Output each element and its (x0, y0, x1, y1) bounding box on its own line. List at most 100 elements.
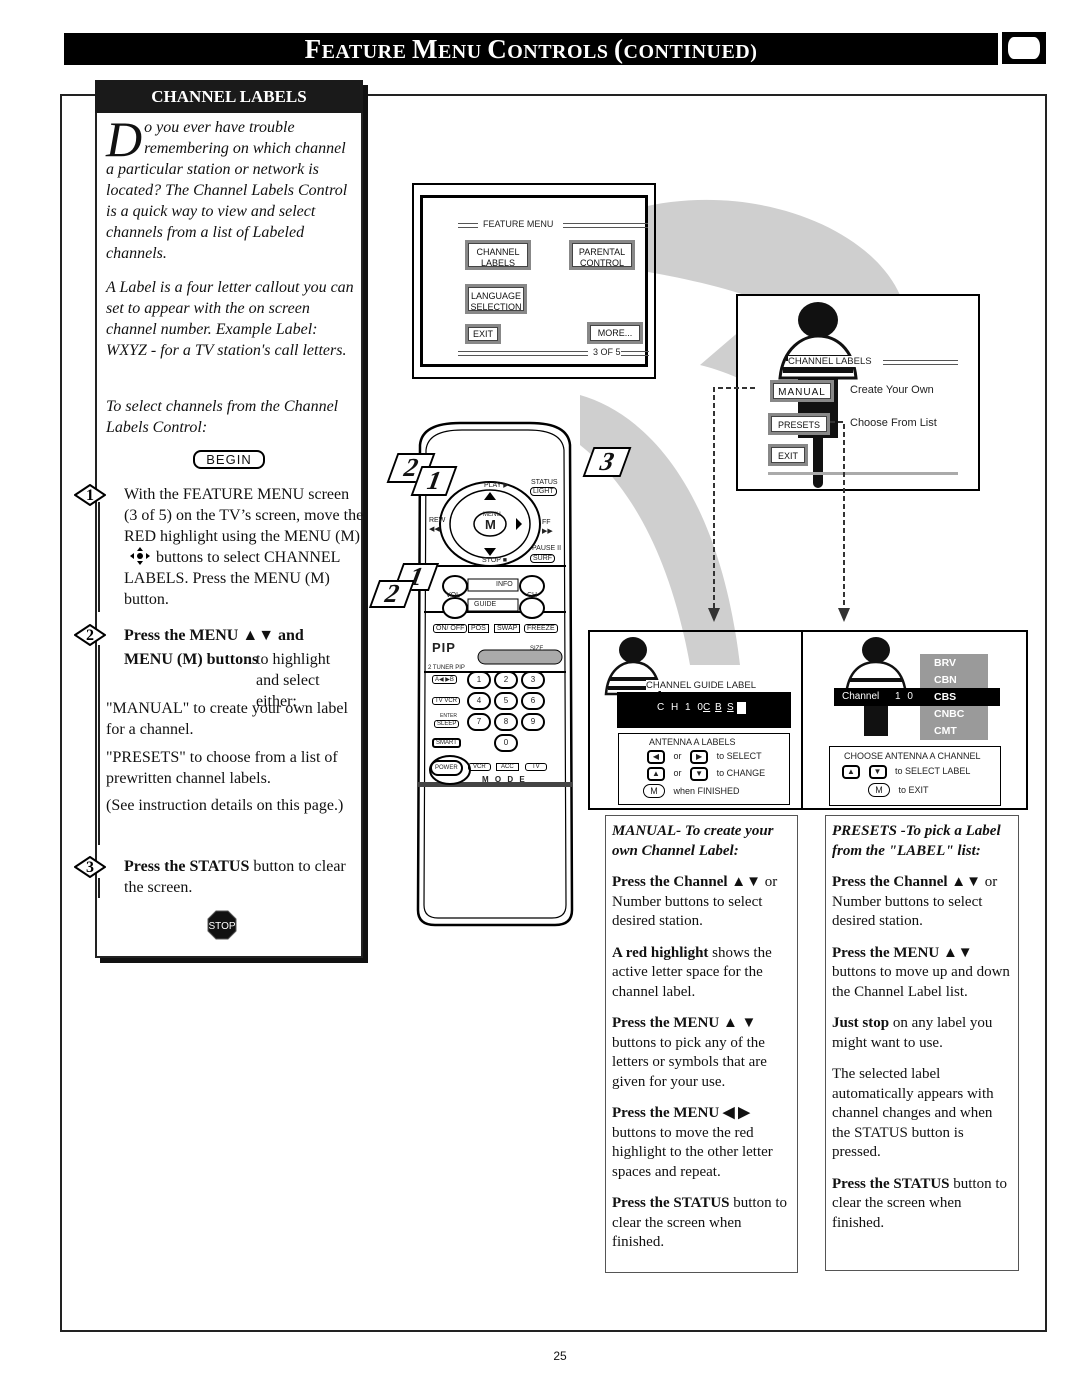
digit-3-button[interactable]: 3 (521, 671, 545, 689)
rew-button[interactable]: ◀◀ (429, 525, 440, 533)
smart-button[interactable]: SMART (432, 738, 461, 748)
power-button[interactable]: POWER (430, 760, 463, 776)
begin-badge: BEGIN (193, 450, 265, 469)
pip-swap-button[interactable]: SWAP (494, 624, 521, 633)
active-letter-cursor (737, 702, 746, 714)
antenna-labels-box: ANTENNA A LABELS ◀ or ▶ to SELECT ▲ or ▼… (618, 733, 790, 805)
surf-button[interactable]: SURF (530, 554, 556, 563)
manual-instructions: MANUAL- To create your own Channel Label… (605, 815, 798, 1273)
preset-label-item[interactable]: CNBC (934, 708, 964, 720)
svg-text:1: 1 (86, 487, 94, 504)
mode-vcr-button[interactable]: VCR (468, 763, 491, 771)
tv-icon (1002, 32, 1046, 64)
ff-button[interactable]: ▶▶ (542, 527, 553, 535)
step-2-see: (See instruction details on this page.) (106, 797, 344, 814)
down-arrow-icon: ▼ (690, 767, 709, 781)
step-2-presets: "PRESETS" to choose from a list of prewr… (106, 749, 338, 787)
menu-m-icon: M (643, 784, 665, 798)
tv-vcr-button[interactable]: TV VCR (432, 697, 461, 705)
svg-text:STOP: STOP (208, 921, 235, 932)
section-tab: CHANNEL LABELS (95, 80, 363, 113)
digit-9-button[interactable]: 9 (521, 713, 545, 731)
digit-8-button[interactable]: 8 (494, 713, 518, 731)
vol-label: VOL (446, 592, 461, 599)
ab-button[interactable]: A◀ ▶B (432, 675, 457, 684)
menu-m-icon: M (868, 783, 890, 797)
parental-control-button[interactable]: PARENTAL CONTROL (569, 240, 635, 270)
step-number-1: 1 (74, 484, 106, 506)
channel-labels-title: CHANNEL LABELS (788, 356, 872, 367)
mode-acc-button[interactable]: ACC (496, 763, 519, 771)
digit-0-button[interactable]: 0 (494, 734, 518, 752)
preset-label-item[interactable]: CMT (934, 725, 957, 737)
channel-number: C H 1 0 (657, 702, 705, 713)
stop-button[interactable]: STOP ■ (482, 557, 507, 564)
channel-text: Channel (842, 691, 880, 702)
language-selection-button[interactable]: LANGUAGE SELECTION (465, 284, 527, 314)
channel-number: 1 0 (895, 691, 915, 702)
digit-6-button[interactable]: 6 (521, 692, 545, 710)
step-3: 3 Press the STATUS button to clear the s… (74, 856, 364, 898)
label-paragraph: A Label is a four letter callout you can… (106, 279, 354, 359)
up-arrow-icon: ▲ (842, 765, 860, 779)
label-letter: C (703, 702, 711, 713)
feature-menu-title: FEATURE MENU (483, 219, 554, 229)
enter-label: ENTER (440, 713, 457, 719)
presets-heading: PRESETS -To pick a Label from the "LABEL… (832, 823, 1001, 859)
page-number: 25 (553, 1349, 567, 1363)
flow-arrows (708, 387, 850, 622)
label-letter: S (727, 702, 734, 713)
digit-7-button[interactable]: 7 (467, 713, 491, 731)
digit-5-button[interactable]: 5 (494, 692, 518, 710)
select-paragraph: To select channels from the Channel Labe… (106, 398, 339, 436)
down-arrow-icon: ▼ (868, 765, 887, 779)
more-button[interactable]: MORE... (587, 322, 643, 344)
choose-channel-box: CHOOSE ANTENNA A CHANNEL ▲ ▼ to SELECT L… (829, 746, 1001, 806)
step-number-2: 2 (74, 624, 106, 646)
svg-text:2: 2 (86, 627, 94, 644)
menu-direction-icon (130, 547, 150, 565)
pip-freeze-button[interactable]: FREEZE (524, 624, 558, 633)
ch-label: CH (527, 592, 538, 599)
step-2-bar (98, 645, 100, 845)
channel-guide-label-title: CHANNEL GUIDE LABEL (646, 680, 756, 691)
presets-instructions: PRESETS -To pick a Label from the "LABEL… (825, 815, 1019, 1271)
menu-page-indicator: 3 OF 5 (593, 347, 621, 357)
digit-1-button[interactable]: 1 (467, 671, 491, 689)
menu-button[interactable]: M (485, 517, 496, 532)
left-arrow-icon: ◀ (647, 750, 665, 764)
pause-label: PAUSE II (532, 545, 562, 552)
pip-pos-button[interactable]: POS (468, 624, 489, 633)
drop-cap: D (106, 111, 143, 167)
pip-label: PIP (432, 640, 456, 655)
digit-4-button[interactable]: 4 (467, 692, 491, 710)
feature-menu-screen: FEATURE MENU CHANNEL LABELS PARENTAL CONTR… (412, 183, 656, 379)
label-letter: B (715, 702, 722, 713)
channel-labels-button[interactable]: CHANNEL LABELS (465, 240, 531, 270)
info-button[interactable]: INFO (496, 581, 513, 588)
pip-size-button[interactable]: SIZE (530, 646, 543, 652)
exit-button[interactable]: EXIT (465, 324, 501, 344)
play-button[interactable]: PLAY ▶ (484, 481, 509, 489)
digit-2-button[interactable]: 2 (494, 671, 518, 689)
preset-label-item[interactable]: CBS (934, 691, 956, 703)
manual-description: Create Your Own (850, 384, 934, 396)
rew-label: REW (429, 517, 446, 524)
step-1: 1 With the FEATURE MENU screen (3 of 5) … (74, 484, 364, 610)
status-label: STATUS (531, 479, 558, 486)
mode-label: M O D E (482, 775, 525, 784)
right-arrow-icon: ▶ (690, 750, 709, 764)
guide-button[interactable]: GUIDE (474, 601, 496, 608)
preset-label-item[interactable]: BRV (934, 657, 956, 669)
screen-divider (801, 630, 803, 810)
step-2-manual: "MANUAL" to create your own label for a … (106, 700, 348, 738)
status-light-button[interactable]: LIGHT (530, 487, 557, 496)
sleep-button[interactable]: SLEEP (434, 720, 460, 728)
pip-on-off-button[interactable]: ON/ OFF (433, 624, 468, 633)
header-title: FEATURE MENU CONTROLS (CONTINUED) (304, 34, 758, 64)
intro-paragraph: Do you ever have trouble remembering on … (106, 111, 348, 262)
preset-label-item[interactable]: CBN (934, 674, 957, 686)
up-arrow-icon: ▲ (647, 767, 665, 781)
mode-tv-button[interactable]: TV (525, 763, 547, 771)
tuner-pip-label: 2 TUNER PIP (428, 665, 465, 671)
